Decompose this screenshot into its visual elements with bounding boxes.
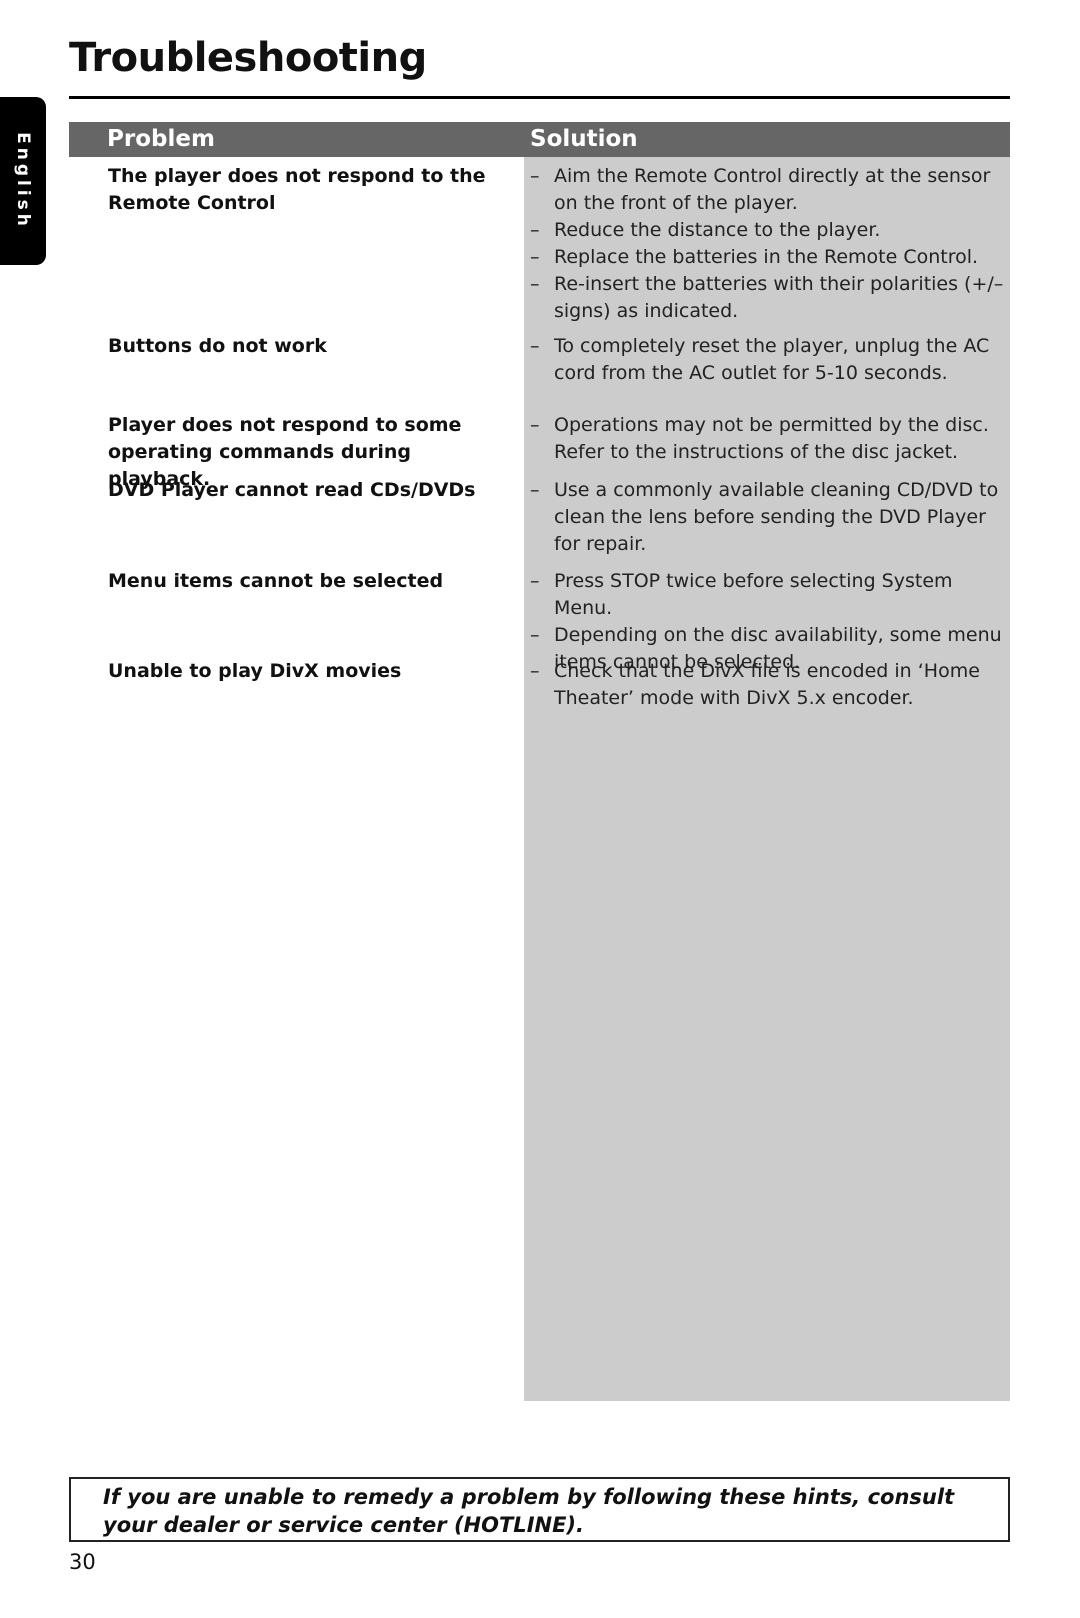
solution-item: – Press STOP twice before selecting Syste… [530, 568, 1010, 622]
solution-text: Replace the batteries in the Remote Cont… [554, 246, 979, 268]
problem-text: DVD Player cannot read CDs/DVDs [108, 479, 476, 501]
dash-bullet-icon: – [530, 335, 540, 357]
solution-item: – To completely reset the player, unplug … [530, 333, 1010, 387]
solution-text: Reduce the distance to the player. [554, 219, 881, 241]
dash-bullet-icon: – [530, 414, 540, 436]
dash-bullet-icon: – [530, 570, 540, 592]
solution-item: – Use a commonly available cleaning CD/DV… [530, 477, 1010, 558]
solution-header: Solution [530, 126, 638, 152]
title-divider [69, 96, 1010, 99]
solution-list: – Check that the DivX file is encoded in … [530, 658, 1010, 712]
solution-text: Check that the DivX file is encoded in ‘… [554, 660, 980, 709]
dash-bullet-icon: – [530, 660, 540, 682]
solution-item: – Replace the batteries in the Remote Con… [530, 244, 1010, 271]
problem-text: Menu items cannot be selected [108, 570, 444, 592]
dash-bullet-icon: – [530, 219, 540, 241]
table-header: Problem Solution [69, 122, 1010, 157]
solution-list: – To completely reset the player, unplug … [530, 333, 1010, 387]
solution-text: Press STOP twice before selecting System… [554, 570, 953, 619]
dash-bullet-icon: – [530, 479, 540, 501]
solution-item: – Aim the Remote Control directly at the … [530, 163, 1010, 217]
hotline-note-text: If you are unable to remedy a problem by… [103, 1485, 955, 1537]
dash-bullet-icon: – [530, 165, 540, 187]
solution-text: To completely reset the player, unplug t… [554, 335, 990, 384]
problem-text: Unable to play DivX movies [108, 660, 402, 682]
solution-item: – Operations may not be permitted by the … [530, 412, 1010, 466]
solution-text: Aim the Remote Control directly at the s… [554, 165, 991, 214]
solution-item: – Re-insert the batteries with their pola… [530, 271, 1010, 325]
language-tab: English [0, 97, 46, 265]
solution-list: – Aim the Remote Control directly at the … [530, 163, 1010, 325]
solution-text: Re-insert the batteries with their polar… [554, 273, 1004, 322]
solution-item: – Check that the DivX file is encoded in … [530, 658, 1010, 712]
dash-bullet-icon: – [530, 273, 540, 295]
hotline-note: If you are unable to remedy a problem by… [69, 1477, 1010, 1542]
dash-bullet-icon: – [530, 246, 540, 268]
solution-list: – Use a commonly available cleaning CD/DV… [530, 477, 1010, 558]
page-number: 30 [69, 1550, 96, 1574]
problem-header: Problem [107, 126, 215, 152]
solution-text: Operations may not be permitted by the d… [554, 414, 989, 463]
solution-item: – Reduce the distance to the player. [530, 217, 1010, 244]
problem-text: Buttons do not work [108, 335, 327, 357]
language-tab-label: English [13, 132, 33, 230]
page-title: Troubleshooting [69, 35, 427, 81]
problem-text: The player does not respond to the Remot… [108, 165, 486, 214]
solution-text: Use a commonly available cleaning CD/DVD… [554, 479, 999, 555]
solution-list: – Operations may not be permitted by the … [530, 412, 1010, 466]
dash-bullet-icon: – [530, 624, 540, 646]
